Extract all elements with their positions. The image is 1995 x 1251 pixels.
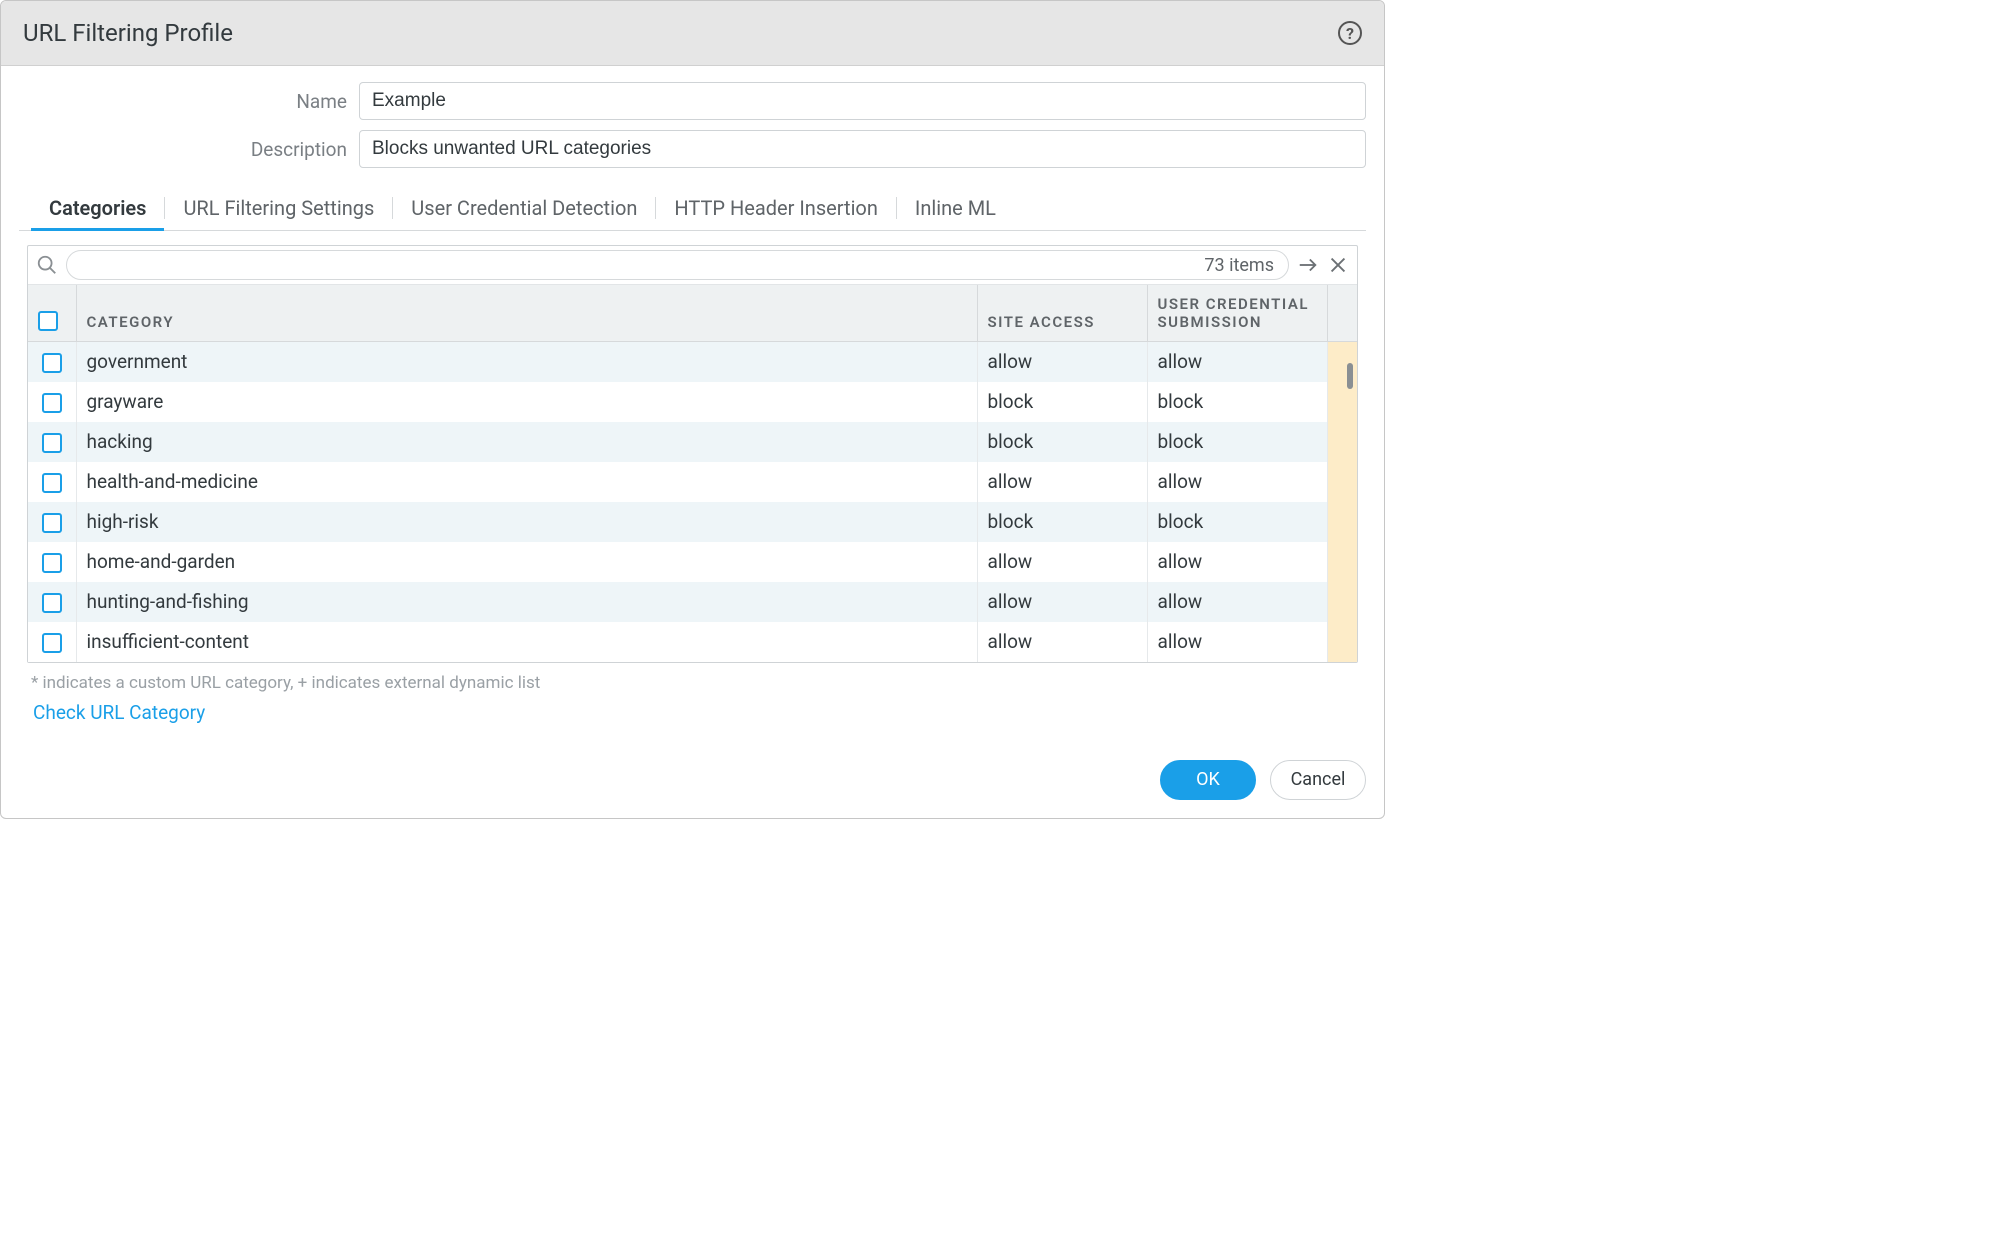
column-header-select — [28, 285, 76, 342]
search-icon[interactable] — [36, 254, 58, 276]
row-select-cell — [28, 422, 76, 462]
site-access-cell[interactable]: block — [977, 422, 1147, 462]
search-bar: 73 items — [28, 246, 1357, 285]
column-header-category[interactable]: CATEGORY — [76, 285, 977, 342]
clear-icon[interactable] — [1327, 254, 1349, 276]
row-checkbox[interactable] — [42, 353, 62, 373]
table-row[interactable]: hackingblockblock — [28, 422, 1357, 462]
user-credential-submission-cell[interactable]: block — [1147, 502, 1327, 542]
category-cell: hunting-and-fishing — [76, 582, 977, 622]
table-body: governmentallowallowgraywareblockblockha… — [28, 342, 1357, 662]
help-icon[interactable]: ? — [1338, 21, 1362, 45]
arrow-right-icon[interactable] — [1297, 254, 1319, 276]
user-credential-submission-cell[interactable]: allow — [1147, 622, 1327, 662]
description-label: Description — [19, 138, 359, 161]
dialog-footer: OK Cancel — [1, 744, 1384, 818]
tab-http-header-insertion[interactable]: HTTP Header Insertion — [656, 186, 896, 230]
site-access-cell[interactable]: block — [977, 382, 1147, 422]
scroll-gutter[interactable] — [1327, 582, 1357, 622]
user-credential-submission-cell[interactable]: allow — [1147, 582, 1327, 622]
search-input[interactable]: 73 items — [66, 250, 1289, 280]
table-row[interactable]: hunting-and-fishingallowallow — [28, 582, 1357, 622]
table-header-row: CATEGORY SITE ACCESS USER CREDENTIAL SUB… — [28, 285, 1357, 342]
site-access-cell[interactable]: allow — [977, 462, 1147, 502]
user-credential-submission-cell[interactable]: allow — [1147, 342, 1327, 382]
user-credential-submission-cell[interactable]: block — [1147, 382, 1327, 422]
scroll-gutter[interactable] — [1327, 502, 1357, 542]
cancel-button[interactable]: Cancel — [1270, 760, 1366, 800]
column-header-scroll — [1327, 285, 1357, 342]
table-row[interactable]: graywareblockblock — [28, 382, 1357, 422]
category-cell: health-and-medicine — [76, 462, 977, 502]
category-cell: grayware — [76, 382, 977, 422]
category-cell: hacking — [76, 422, 977, 462]
scrollbar-thumb[interactable] — [1347, 363, 1353, 389]
row-checkbox[interactable] — [42, 513, 62, 533]
column-header-site-access[interactable]: SITE ACCESS — [977, 285, 1147, 342]
dialog-body: Name Description Categories URL Filterin… — [1, 66, 1384, 744]
row-select-cell — [28, 622, 76, 662]
row-select-cell — [28, 502, 76, 542]
name-label: Name — [19, 90, 359, 113]
dialog-header: URL Filtering Profile ? — [1, 1, 1384, 66]
row-checkbox[interactable] — [42, 633, 62, 653]
row-checkbox[interactable] — [42, 473, 62, 493]
category-cell: high-risk — [76, 502, 977, 542]
url-filtering-profile-dialog: URL Filtering Profile ? Name Description… — [0, 0, 1385, 819]
row-select-cell — [28, 342, 76, 382]
table-row[interactable]: insufficient-contentallowallow — [28, 622, 1357, 662]
table-row[interactable]: health-and-medicineallowallow — [28, 462, 1357, 502]
row-checkbox[interactable] — [42, 433, 62, 453]
column-header-user-credential-submission[interactable]: USER CREDENTIAL SUBMISSION — [1147, 285, 1327, 342]
site-access-cell[interactable]: allow — [977, 342, 1147, 382]
tab-inline-ml[interactable]: Inline ML — [897, 186, 1014, 230]
form-row-name: Name — [19, 82, 1366, 120]
category-cell: home-and-garden — [76, 542, 977, 582]
tabs: Categories URL Filtering Settings User C… — [19, 186, 1366, 231]
table-row[interactable]: high-riskblockblock — [28, 502, 1357, 542]
tab-url-filtering-settings[interactable]: URL Filtering Settings — [165, 186, 392, 230]
site-access-cell[interactable]: block — [977, 502, 1147, 542]
form-row-description: Description — [19, 130, 1366, 168]
row-select-cell — [28, 382, 76, 422]
category-cell: government — [76, 342, 977, 382]
scroll-gutter[interactable] — [1327, 422, 1357, 462]
item-count-label: 73 items — [1204, 255, 1274, 276]
row-checkbox[interactable] — [42, 593, 62, 613]
name-input[interactable] — [359, 82, 1366, 120]
site-access-cell[interactable]: allow — [977, 582, 1147, 622]
tab-categories[interactable]: Categories — [31, 186, 164, 230]
row-checkbox[interactable] — [42, 393, 62, 413]
user-credential-submission-cell[interactable]: block — [1147, 422, 1327, 462]
row-select-cell — [28, 582, 76, 622]
category-table: CATEGORY SITE ACCESS USER CREDENTIAL SUB… — [28, 285, 1357, 662]
table-row[interactable]: governmentallowallow — [28, 342, 1357, 382]
category-table-container: 73 items CATEGOR — [27, 245, 1358, 663]
ok-button[interactable]: OK — [1160, 760, 1256, 800]
site-access-cell[interactable]: allow — [977, 622, 1147, 662]
row-checkbox[interactable] — [42, 553, 62, 573]
table-row[interactable]: home-and-gardenallowallow — [28, 542, 1357, 582]
footnote-text: * indicates a custom URL category, + ind… — [19, 663, 1366, 697]
description-input[interactable] — [359, 130, 1366, 168]
site-access-cell[interactable]: allow — [977, 542, 1147, 582]
category-cell: insufficient-content — [76, 622, 977, 662]
row-select-cell — [28, 462, 76, 502]
user-credential-submission-cell[interactable]: allow — [1147, 542, 1327, 582]
row-select-cell — [28, 542, 76, 582]
dialog-title: URL Filtering Profile — [23, 19, 233, 47]
tab-user-credential-detection[interactable]: User Credential Detection — [393, 186, 655, 230]
user-credential-submission-cell[interactable]: allow — [1147, 462, 1327, 502]
check-url-category-link[interactable]: Check URL Category — [19, 697, 217, 744]
scroll-gutter[interactable] — [1327, 622, 1357, 662]
scroll-gutter[interactable] — [1327, 542, 1357, 582]
scroll-gutter[interactable] — [1327, 462, 1357, 502]
select-all-checkbox[interactable] — [38, 311, 58, 331]
